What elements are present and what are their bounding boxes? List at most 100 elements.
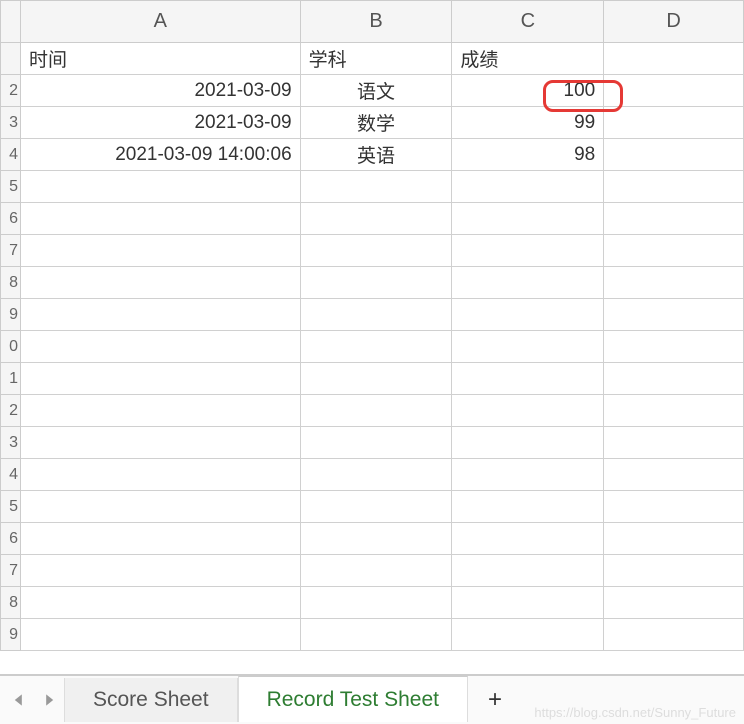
cell-c12[interactable] <box>452 395 604 427</box>
cell-b15[interactable] <box>300 491 452 523</box>
cell-c19[interactable] <box>452 619 604 651</box>
row-header-5[interactable]: 5 <box>1 171 21 203</box>
row-header-7[interactable]: 7 <box>1 235 21 267</box>
tab-score-sheet[interactable]: Score Sheet <box>64 678 238 722</box>
cell-d18[interactable] <box>604 587 744 619</box>
cell-a19[interactable] <box>21 619 301 651</box>
cell-c10[interactable] <box>452 331 604 363</box>
row-header-8[interactable]: 8 <box>1 267 21 299</box>
cell-a16[interactable] <box>21 523 301 555</box>
cell-a5[interactable] <box>21 171 301 203</box>
cell-d4[interactable] <box>604 139 744 171</box>
tab-record-test-sheet[interactable]: Record Test Sheet <box>238 676 468 722</box>
col-header-c[interactable]: C <box>452 1 604 43</box>
cell-a15[interactable] <box>21 491 301 523</box>
cell-b18[interactable] <box>300 587 452 619</box>
cell-c8[interactable] <box>452 267 604 299</box>
cell-b19[interactable] <box>300 619 452 651</box>
cell-a3[interactable]: 2021-03-09 <box>21 107 301 139</box>
cell-a14[interactable] <box>21 459 301 491</box>
cell-c2[interactable]: 100 <box>452 75 604 107</box>
cell-c7[interactable] <box>452 235 604 267</box>
cell-d3[interactable] <box>604 107 744 139</box>
tab-nav-prev[interactable] <box>8 689 30 711</box>
cell-c5[interactable] <box>452 171 604 203</box>
cell-a10[interactable] <box>21 331 301 363</box>
cell-b8[interactable] <box>300 267 452 299</box>
cell-c15[interactable] <box>452 491 604 523</box>
cell-d2[interactable] <box>604 75 744 107</box>
row-header-1[interactable] <box>1 43 21 75</box>
cell-c3[interactable]: 99 <box>452 107 604 139</box>
row-header-6[interactable]: 6 <box>1 203 21 235</box>
row-header-3[interactable]: 3 <box>1 107 21 139</box>
cell-b6[interactable] <box>300 203 452 235</box>
row-header-19[interactable]: 9 <box>1 619 21 651</box>
corner-cell[interactable] <box>1 1 21 43</box>
cell-d9[interactable] <box>604 299 744 331</box>
cell-b4[interactable]: 英语 <box>300 139 452 171</box>
cell-d5[interactable] <box>604 171 744 203</box>
cell-c16[interactable] <box>452 523 604 555</box>
cell-d19[interactable] <box>604 619 744 651</box>
col-header-a[interactable]: A <box>21 1 301 43</box>
row-header-16[interactable]: 6 <box>1 523 21 555</box>
row-header-11[interactable]: 1 <box>1 363 21 395</box>
row-header-17[interactable]: 7 <box>1 555 21 587</box>
cell-d17[interactable] <box>604 555 744 587</box>
cell-b11[interactable] <box>300 363 452 395</box>
cell-d16[interactable] <box>604 523 744 555</box>
cell-b2[interactable]: 语文 <box>300 75 452 107</box>
cell-b17[interactable] <box>300 555 452 587</box>
cell-d15[interactable] <box>604 491 744 523</box>
cell-a13[interactable] <box>21 427 301 459</box>
cell-d11[interactable] <box>604 363 744 395</box>
row-header-2[interactable]: 2 <box>1 75 21 107</box>
cell-b12[interactable] <box>300 395 452 427</box>
cell-a17[interactable] <box>21 555 301 587</box>
col-header-d[interactable]: D <box>604 1 744 43</box>
cell-a12[interactable] <box>21 395 301 427</box>
cell-c4[interactable]: 98 <box>452 139 604 171</box>
add-sheet-button[interactable]: + <box>468 676 522 724</box>
row-header-15[interactable]: 5 <box>1 491 21 523</box>
row-header-10[interactable]: 0 <box>1 331 21 363</box>
cell-c13[interactable] <box>452 427 604 459</box>
cell-c1[interactable]: 成绩 <box>452 43 604 75</box>
cell-a7[interactable] <box>21 235 301 267</box>
cell-a4[interactable]: 2021-03-09 14:00:06 <box>21 139 301 171</box>
cell-c9[interactable] <box>452 299 604 331</box>
cell-a6[interactable] <box>21 203 301 235</box>
row-header-18[interactable]: 8 <box>1 587 21 619</box>
cell-b9[interactable] <box>300 299 452 331</box>
cell-d10[interactable] <box>604 331 744 363</box>
cell-b3[interactable]: 数学 <box>300 107 452 139</box>
cell-a8[interactable] <box>21 267 301 299</box>
cell-b10[interactable] <box>300 331 452 363</box>
cell-c14[interactable] <box>452 459 604 491</box>
col-header-b[interactable]: B <box>300 1 452 43</box>
cell-b14[interactable] <box>300 459 452 491</box>
grid-table[interactable]: A B C D 时间 学科 成绩 2 2021-03-09 语文 <box>0 0 744 651</box>
cell-d6[interactable] <box>604 203 744 235</box>
row-header-12[interactable]: 2 <box>1 395 21 427</box>
cell-a2[interactable]: 2021-03-09 <box>21 75 301 107</box>
cell-d8[interactable] <box>604 267 744 299</box>
cell-d14[interactable] <box>604 459 744 491</box>
cell-c18[interactable] <box>452 587 604 619</box>
row-header-14[interactable]: 4 <box>1 459 21 491</box>
tab-nav-next[interactable] <box>38 689 60 711</box>
cell-d13[interactable] <box>604 427 744 459</box>
cell-d12[interactable] <box>604 395 744 427</box>
cell-b1[interactable]: 学科 <box>300 43 452 75</box>
cell-c6[interactable] <box>452 203 604 235</box>
cell-c11[interactable] <box>452 363 604 395</box>
row-header-9[interactable]: 9 <box>1 299 21 331</box>
cell-b7[interactable] <box>300 235 452 267</box>
cell-a9[interactable] <box>21 299 301 331</box>
cell-b13[interactable] <box>300 427 452 459</box>
cell-a18[interactable] <box>21 587 301 619</box>
cell-a11[interactable] <box>21 363 301 395</box>
row-header-13[interactable]: 3 <box>1 427 21 459</box>
cell-a1[interactable]: 时间 <box>21 43 301 75</box>
